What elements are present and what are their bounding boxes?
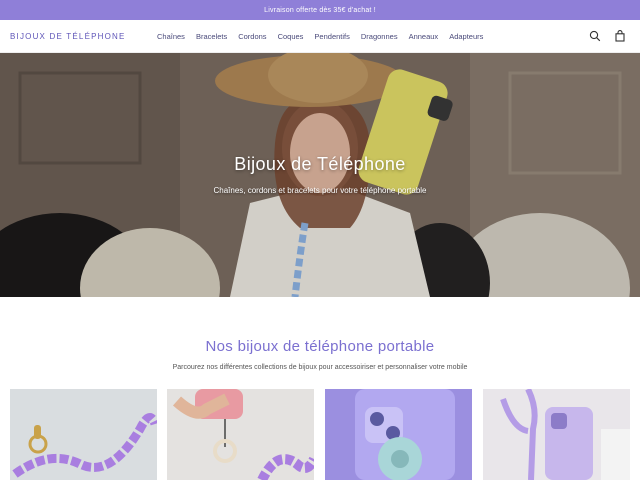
bag-icon[interactable]: [614, 30, 626, 42]
site-header: BIJOUX DE TÉLÉPHONE Chaînes Bracelets Co…: [0, 20, 640, 53]
announcement-bar: Livraison offerte dès 35€ d'achat !: [0, 0, 640, 20]
card-image-lanyard: [483, 389, 630, 480]
nav-item-coques[interactable]: Coques: [278, 32, 304, 41]
search-icon[interactable]: [589, 30, 601, 42]
nav-item-adapteurs[interactable]: Adapteurs: [449, 32, 483, 41]
nav-item-pendentifs[interactable]: Pendentifs: [314, 32, 349, 41]
collection-card-rings[interactable]: [325, 389, 472, 480]
collections-title: Nos bijoux de téléphone portable: [205, 338, 435, 355]
hero-banner: Bijoux de Téléphone Chaînes, cordons et …: [0, 53, 640, 297]
collections-subtitle: Parcourez nos différentes collections de…: [172, 364, 468, 371]
card-image-chain: [10, 389, 157, 480]
card-image-ring: [325, 389, 472, 480]
collection-grid: [10, 389, 630, 480]
collection-card-lanyards[interactable]: [483, 389, 630, 480]
nav-item-dragonnes[interactable]: Dragonnes: [361, 32, 398, 41]
nav-item-anneaux[interactable]: Anneaux: [409, 32, 439, 41]
nav-item-chaines[interactable]: Chaînes: [157, 32, 185, 41]
collection-card-bracelets[interactable]: [167, 389, 314, 480]
main-nav: Chaînes Bracelets Cordons Coques Pendent…: [157, 32, 483, 41]
card-image-bracelet: [167, 389, 314, 480]
announcement-text: Livraison offerte dès 35€ d'achat !: [264, 6, 376, 14]
hero-subtitle: Chaînes, cordons et bracelets pour votre…: [213, 186, 427, 195]
nav-item-bracelets[interactable]: Bracelets: [196, 32, 227, 41]
collection-card-chains[interactable]: [10, 389, 157, 480]
hero-title: Bijoux de Téléphone: [234, 154, 406, 174]
nav-item-cordons[interactable]: Cordons: [238, 32, 266, 41]
hero-overlay: [0, 53, 640, 297]
site-logo[interactable]: BIJOUX DE TÉLÉPHONE: [10, 32, 126, 41]
